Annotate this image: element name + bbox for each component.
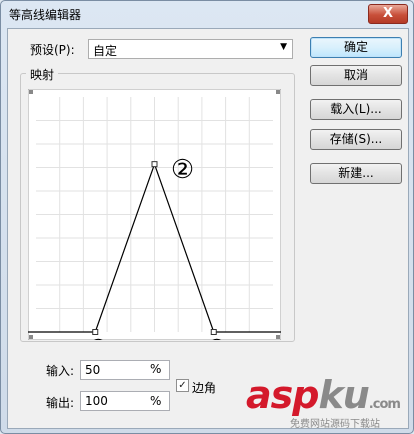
window-title: 等高线编辑器 [9,8,82,22]
control-point-2 [151,161,158,168]
preset-label: 预设(P): [30,43,75,57]
preset-value: 自定 [93,44,118,58]
watermark-logo: aspku.com 免费网站源码下载站 [246,373,406,430]
control-point-1 [92,329,99,335]
dropdown-arrow-icon: ▼ [280,42,287,52]
watermark-dotcom: .com [368,397,401,412]
dialog-content: 预设(P): 自定 ▼ 确定 取消 载入(L)... 存储(S)... 新建..… [7,28,409,429]
new-button[interactable]: 新建... [310,163,402,184]
corner-handle-2 [276,90,280,94]
load-button[interactable]: 载入(L)... [310,99,402,120]
title-bar: 等高线编辑器 X [1,1,413,27]
control-point-3 [210,329,217,335]
corner-handle-1 [29,90,33,94]
save-button[interactable]: 存储(S)... [310,129,402,150]
corner-handle-3 [29,335,33,339]
watermark-subtitle: 免费网站源码下载站 [290,419,380,430]
marker-3: ③ [205,335,228,340]
marker-2: ② [171,155,194,185]
output-unit: % [150,394,162,408]
corner-checkbox[interactable]: ✓ [176,379,189,392]
contour-curve-plot[interactable]: ① ② ③ [28,89,281,340]
input-unit: % [150,362,162,376]
output-label: 输出: [46,396,75,410]
corner-handle-4 [276,335,280,339]
input-label: 输入: [46,364,75,378]
contour-editor-dialog: 等高线编辑器 X 预设(P): 自定 ▼ 确定 取消 载入(L)... 存储(S… [0,0,414,434]
preset-select[interactable]: 自定 ▼ [88,39,293,59]
cancel-button[interactable]: 取消 [310,65,402,86]
mapping-title: 映射 [26,66,59,83]
watermark-red: asp [246,373,319,417]
marker-1: ① [87,335,110,340]
close-button[interactable]: X [368,4,408,24]
corner-label: 边角 [192,381,217,395]
watermark-gray: ku [318,373,369,417]
ok-button[interactable]: 确定 [310,37,402,58]
watermark-title: aspku.com [246,373,401,417]
